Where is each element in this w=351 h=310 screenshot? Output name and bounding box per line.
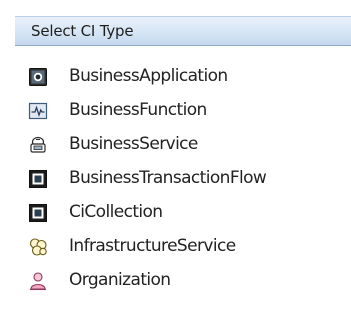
ci-type-label: Organization xyxy=(69,270,171,290)
ci-type-label: InfrastructureService xyxy=(69,236,236,256)
business-function-icon xyxy=(28,101,48,121)
ci-type-item-organization[interactable]: Organization xyxy=(28,267,348,295)
ci-type-item-business-application[interactable]: BusinessApplication xyxy=(28,63,348,91)
business-transaction-flow-icon xyxy=(28,169,48,189)
ci-type-label: CiCollection xyxy=(69,202,163,222)
ci-type-item-business-function[interactable]: BusinessFunction xyxy=(28,97,348,125)
ci-type-label: BusinessApplication xyxy=(69,66,228,86)
business-service-icon xyxy=(28,135,48,155)
infrastructure-service-icon xyxy=(28,237,48,257)
ci-type-item-infrastructure-service[interactable]: InfrastructureService xyxy=(28,233,348,261)
business-application-icon xyxy=(28,67,48,87)
select-ci-type-panel: Select CI Type BusinessApplication Busin… xyxy=(0,0,351,310)
ci-type-label: BusinessFunction xyxy=(69,100,207,120)
ci-type-label: BusinessTransactionFlow xyxy=(69,168,267,188)
panel-title: Select CI Type xyxy=(31,22,134,40)
ci-type-label: BusinessService xyxy=(69,134,198,154)
panel-header: Select CI Type xyxy=(15,16,351,46)
organization-icon xyxy=(28,271,48,291)
ci-type-item-business-service[interactable]: BusinessService xyxy=(28,131,348,159)
ci-type-item-ci-collection[interactable]: CiCollection xyxy=(28,199,348,227)
ci-type-item-business-transaction-flow[interactable]: BusinessTransactionFlow xyxy=(28,165,348,193)
ci-collection-icon xyxy=(28,203,48,223)
